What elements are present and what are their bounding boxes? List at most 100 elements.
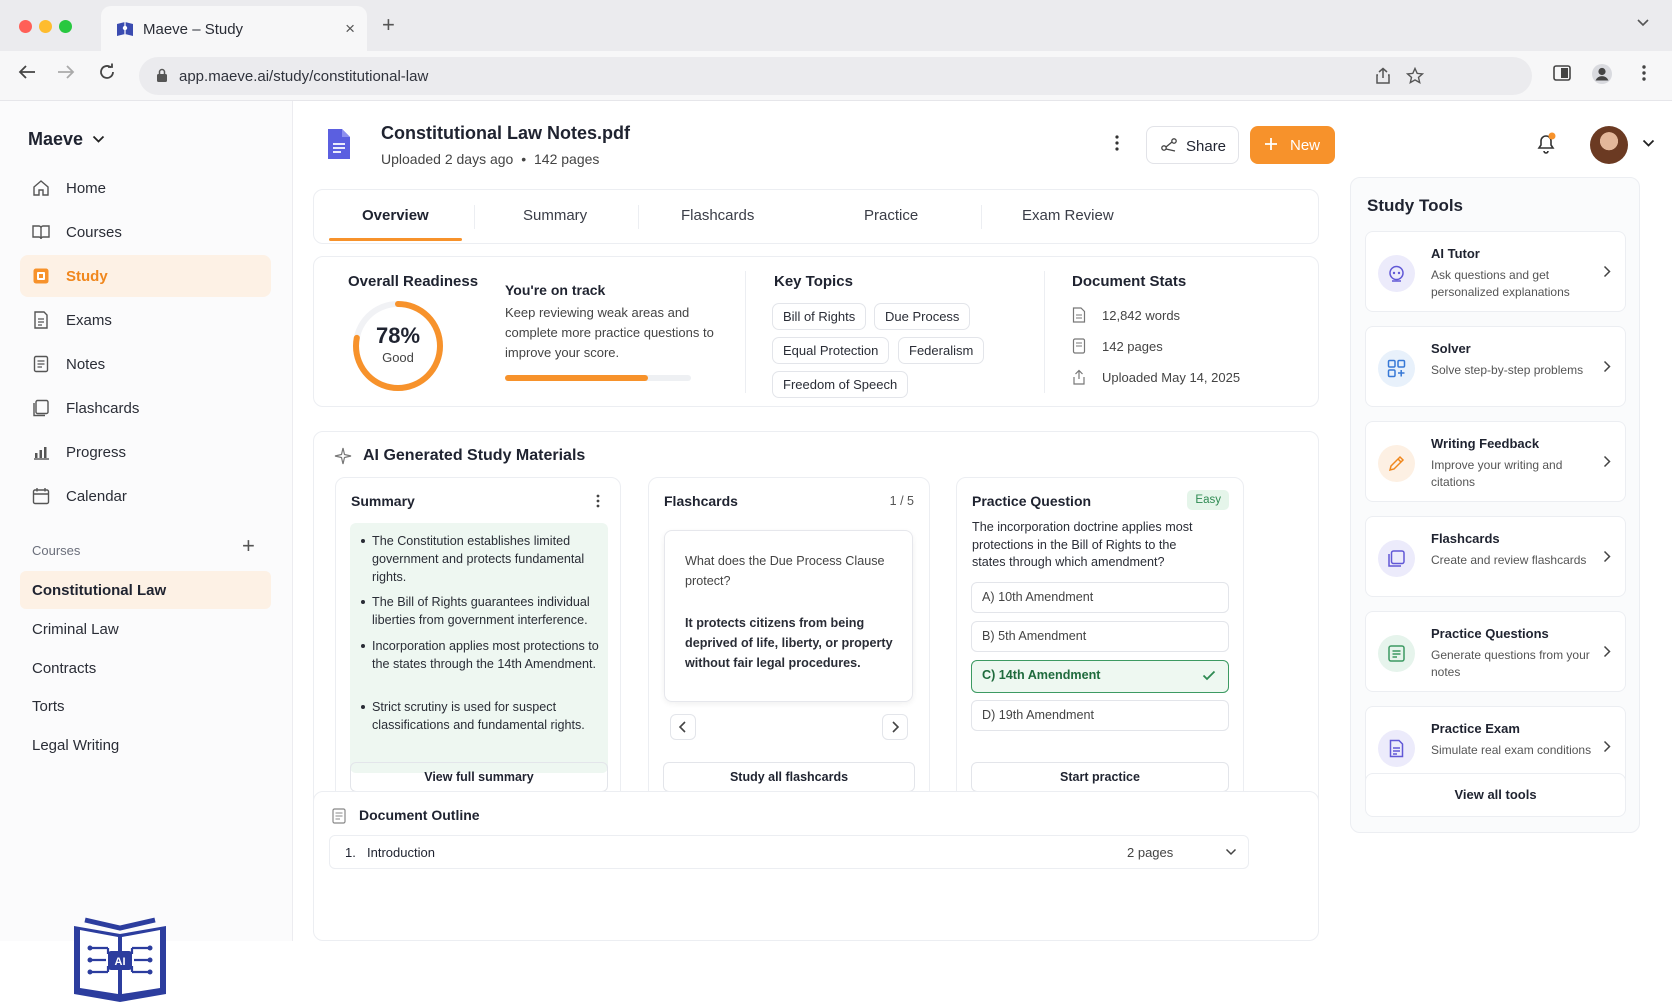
- materials-title: AI Generated Study Materials: [363, 447, 586, 464]
- topic-chip[interactable]: Due Process: [874, 303, 971, 330]
- tab-summary[interactable]: Summary: [523, 207, 587, 224]
- upload-time: Uploaded 2 days ago: [381, 151, 514, 167]
- course-item-constitutional-law[interactable]: Constitutional Law: [20, 571, 271, 609]
- new-button[interactable]: New: [1250, 126, 1335, 164]
- course-item-criminal-law[interactable]: Criminal Law: [20, 610, 271, 648]
- tool-title: Flashcards: [1431, 531, 1500, 546]
- topic-chip[interactable]: Bill of Rights: [772, 303, 867, 330]
- chevron-down-icon[interactable]: [92, 135, 105, 144]
- topic-chip[interactable]: Freedom of Speech: [772, 371, 909, 398]
- notification-bell-icon[interactable]: [1534, 131, 1558, 155]
- user-avatar[interactable]: [1590, 126, 1628, 164]
- outline-row[interactable]: 1. Introduction 2 pages: [329, 835, 1249, 869]
- browser-tab[interactable]: Maeve – Study ×: [101, 6, 367, 51]
- tab-title: Maeve – Study: [143, 21, 244, 38]
- upload-icon: [1072, 369, 1086, 385]
- view-full-summary-button[interactable]: View full summary: [350, 762, 608, 792]
- study-all-flashcards-button[interactable]: Study all flashcards: [663, 762, 915, 792]
- readiness-grade: Good: [382, 350, 414, 365]
- tool-writing-feedback[interactable]: Writing Feedback Improve your writing an…: [1365, 421, 1626, 502]
- nav-item-home[interactable]: Home: [20, 167, 271, 209]
- new-tab-button[interactable]: +: [382, 14, 395, 36]
- answer-option[interactable]: B) 5th Amendment: [971, 621, 1229, 652]
- tab-search-chevron-icon[interactable]: [1636, 18, 1650, 28]
- flashcards-icon: [32, 399, 50, 417]
- document-title: Constitutional Law Notes.pdf: [381, 123, 630, 143]
- course-label: Legal Writing: [32, 737, 120, 754]
- more-options-icon[interactable]: [596, 494, 600, 508]
- tool-description: Simulate real exam conditions: [1431, 743, 1592, 757]
- address-bar[interactable]: app.maeve.ai/study/constitutional-law: [139, 57, 1532, 95]
- next-card-button[interactable]: [882, 714, 908, 740]
- tab-exam-review[interactable]: Exam Review: [1022, 207, 1114, 224]
- tool-flashcards[interactable]: Flashcards Create and review flashcards: [1365, 516, 1626, 597]
- answer-option-correct[interactable]: C) 14th Amendment: [971, 660, 1229, 693]
- tab-overview[interactable]: Overview: [362, 207, 429, 224]
- answer-option[interactable]: A) 10th Amendment: [971, 582, 1229, 613]
- document-icon: [325, 128, 351, 160]
- profile-icon[interactable]: [1591, 63, 1613, 85]
- overview-card: Overall Readiness 78% Good You're on tra…: [313, 256, 1319, 407]
- share-page-icon[interactable]: [1375, 67, 1391, 85]
- add-course-button[interactable]: +: [242, 535, 255, 557]
- flashcard[interactable]: What does the Due Process Clause protect…: [664, 530, 913, 702]
- back-arrow-icon[interactable]: [17, 64, 37, 80]
- summary-bullet: Strict scrutiny is used for suspect clas…: [361, 698, 600, 734]
- flashcards-title: Flashcards: [664, 493, 738, 509]
- outline-number: 1.: [345, 845, 356, 860]
- previous-card-button[interactable]: [670, 714, 696, 740]
- view-all-tools-button[interactable]: View all tools: [1365, 773, 1626, 817]
- nav-item-progress[interactable]: Progress: [20, 431, 271, 473]
- nav-item-courses[interactable]: Courses: [20, 211, 271, 253]
- readiness-label: Overall Readiness: [348, 273, 479, 290]
- course-item-torts[interactable]: Torts: [20, 687, 271, 725]
- course-label: Contracts: [32, 660, 97, 677]
- nav-item-study[interactable]: Study: [20, 255, 271, 297]
- notes-icon: [32, 355, 50, 373]
- nav-item-exams[interactable]: Exams: [20, 299, 271, 341]
- tool-solver[interactable]: Solver Solve step-by-step problems: [1365, 326, 1626, 407]
- minimize-window-button[interactable]: [39, 20, 52, 33]
- chevron-down-icon[interactable]: [1225, 848, 1237, 856]
- close-tab-icon[interactable]: ×: [345, 19, 355, 39]
- close-window-button[interactable]: [19, 20, 32, 33]
- bookmark-star-icon[interactable]: [1406, 67, 1424, 85]
- tab-flashcards[interactable]: Flashcards: [681, 207, 754, 224]
- reload-icon[interactable]: [98, 63, 116, 81]
- file-icon: [1072, 307, 1086, 323]
- page-count: 142 pages: [534, 151, 600, 167]
- more-options-icon[interactable]: [1115, 135, 1119, 151]
- nav-item-calendar[interactable]: Calendar: [20, 475, 271, 517]
- active-tab-indicator: [329, 238, 462, 241]
- nav-label: Home: [66, 180, 107, 197]
- nav-label: Exams: [66, 312, 112, 329]
- chevron-down-icon[interactable]: [1642, 139, 1655, 148]
- tab-practice[interactable]: Practice: [864, 207, 918, 224]
- document-meta: Uploaded 2 days ago • 142 pages: [381, 151, 599, 167]
- answer-option-label: C) 14th Amendment: [982, 668, 1101, 682]
- flashcard-question: What does the Due Process Clause protect…: [685, 554, 885, 588]
- forward-arrow-icon[interactable]: [56, 64, 76, 80]
- nav-item-notes[interactable]: Notes: [20, 343, 271, 385]
- answer-option[interactable]: D) 19th Amendment: [971, 700, 1229, 731]
- tab-divider: [981, 205, 982, 229]
- exam-icon: [32, 311, 50, 329]
- nav-item-flashcards[interactable]: Flashcards: [20, 387, 271, 429]
- sidebar-panel-icon[interactable]: [1553, 65, 1571, 81]
- practice-title: Practice Question: [972, 493, 1092, 509]
- divider: [745, 271, 746, 393]
- tool-ai-tutor[interactable]: AI Tutor Ask questions and get personali…: [1365, 231, 1626, 312]
- tab-strip: Maeve – Study × +: [0, 0, 1672, 51]
- tool-practice-questions[interactable]: Practice Questions Generate questions fr…: [1365, 611, 1626, 692]
- browser-menu-icon[interactable]: [1642, 65, 1646, 81]
- brand-name[interactable]: Maeve: [28, 129, 83, 150]
- topic-chip[interactable]: Federalism: [898, 337, 985, 364]
- course-item-contracts[interactable]: Contracts: [20, 649, 271, 687]
- maximize-window-button[interactable]: [59, 20, 72, 33]
- sidebar: Maeve Home Courses Study Exams Notes Fla…: [0, 101, 293, 1002]
- share-button[interactable]: Share: [1146, 126, 1239, 164]
- tool-description: Create and review flashcards: [1431, 553, 1587, 567]
- topic-chip[interactable]: Equal Protection: [772, 337, 890, 364]
- course-item-legal-writing[interactable]: Legal Writing: [20, 726, 271, 764]
- start-practice-button[interactable]: Start practice: [971, 762, 1229, 792]
